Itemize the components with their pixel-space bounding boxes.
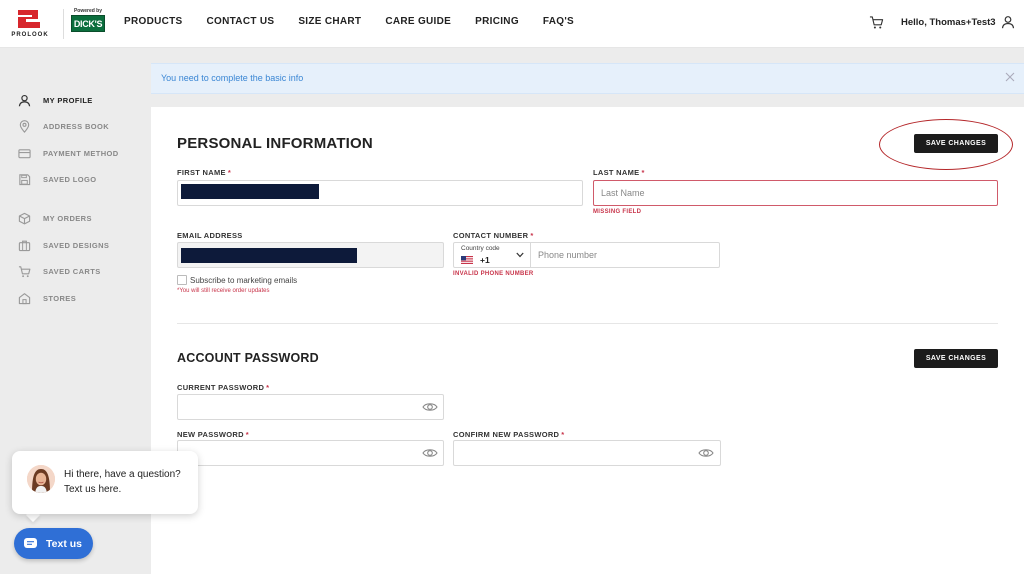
contact-number-label: CONTACT NUMBER * — [453, 231, 534, 240]
sidebar-item-my-orders[interactable]: MY ORDERS — [18, 210, 92, 226]
last-name-field[interactable] — [593, 180, 998, 206]
text-us-button[interactable]: Text us — [14, 528, 93, 559]
sidebar-item-label: SAVED CARTS — [43, 266, 101, 276]
sidebar-item-label: STORES — [43, 293, 77, 303]
save-password-button[interactable]: SAVE CHANGES — [914, 349, 998, 368]
country-code-label: Country code — [461, 245, 500, 252]
chevron-down-icon — [516, 252, 524, 258]
sidebar-item-label: MY ORDERS — [43, 213, 92, 223]
sidebar-item-label: MY PROFILE — [43, 95, 93, 105]
alert-message: You need to complete the basic info — [161, 73, 304, 83]
sidebar-item-label: SAVED LOGO — [43, 174, 97, 184]
prolook-logo-mark — [18, 10, 40, 28]
personal-info-title: PERSONAL INFORMATION — [177, 135, 373, 152]
phone-number-field[interactable] — [531, 242, 720, 268]
new-password-field[interactable] — [177, 440, 444, 466]
credit-card-icon — [18, 148, 31, 158]
dicks-logo: DICK'S — [71, 15, 105, 32]
store-icon — [18, 292, 31, 304]
phone-error: INVALID PHONE NUMBER — [453, 271, 534, 277]
cart-icon — [18, 265, 31, 277]
subscribe-checkbox[interactable] — [177, 275, 187, 285]
new-password-label: NEW PASSWORD * — [177, 430, 250, 439]
sidebar-item-address-book[interactable]: ADDRESS BOOK — [18, 118, 109, 134]
partner-logo: Powered by DICK'S — [71, 8, 105, 34]
info-alert: You need to complete the basic info — [151, 63, 1024, 94]
eye-icon[interactable] — [422, 447, 438, 459]
current-password-label: CURRENT PASSWORD * — [177, 383, 270, 392]
nav-care-guide[interactable]: CARE GUIDE — [385, 16, 451, 27]
agent-avatar — [27, 465, 55, 493]
logo-divider — [63, 9, 64, 39]
section-divider — [177, 323, 998, 324]
last-name-label: LAST NAME * — [593, 168, 645, 177]
text-us-label: Text us — [46, 537, 82, 550]
chat-message: Hi there, have a question? Text us here. — [64, 469, 181, 495]
sidebar-item-saved-designs[interactable]: SAVED DESIGNS — [18, 237, 109, 253]
save-icon — [19, 173, 31, 185]
last-name-input[interactable] — [594, 181, 997, 205]
redacted-email — [181, 248, 357, 263]
eye-icon[interactable] — [698, 447, 714, 459]
confirm-password-field[interactable] — [453, 440, 721, 466]
chat-icon — [24, 538, 37, 548]
nav-contact-us[interactable]: CONTACT US — [207, 16, 275, 27]
eye-icon[interactable] — [422, 401, 438, 413]
top-header: PROLOOK Powered by DICK'S PRODUCTS CONTA… — [0, 0, 1024, 48]
prolook-logo[interactable]: PROLOOK — [10, 8, 50, 40]
briefcase-icon — [18, 240, 31, 251]
save-changes-button[interactable]: SAVE CHANGES — [914, 134, 998, 153]
sidebar-item-saved-logo[interactable]: SAVED LOGO — [18, 171, 96, 187]
new-password-input[interactable] — [178, 441, 443, 465]
redacted-first-name — [181, 184, 319, 199]
user-greeting[interactable]: Hello, Thomas+Test3 — [901, 17, 996, 28]
country-code-value: +1 — [480, 255, 490, 265]
sidebar-item-label: PAYMENT METHOD — [43, 148, 119, 158]
confirm-password-input[interactable] — [454, 441, 720, 465]
country-code-select[interactable]: Country code +1 — [453, 242, 531, 268]
powered-by-text: Powered by — [73, 8, 103, 14]
account-password-title: ACCOUNT PASSWORD — [177, 351, 319, 365]
last-name-error: MISSING FIELD — [593, 209, 642, 215]
main-nav: PRODUCTS CONTACT US SIZE CHART CARE GUID… — [124, 16, 598, 27]
current-password-input[interactable] — [178, 395, 443, 419]
chat-prompt-bubble[interactable]: Hi there, have a question? Text us here. — [12, 451, 198, 514]
logo-text: PROLOOK — [11, 32, 49, 38]
location-pin-icon — [19, 119, 30, 133]
cart-icon[interactable] — [869, 15, 884, 30]
sidebar-item-label: ADDRESS BOOK — [43, 121, 110, 131]
confirm-password-label: CONFIRM NEW PASSWORD * — [453, 430, 565, 439]
nav-pricing[interactable]: PRICING — [475, 16, 519, 27]
sidebar-item-label: SAVED DESIGNS — [43, 240, 110, 250]
sidebar-item-payment-method[interactable]: PAYMENT METHOD — [18, 145, 119, 161]
first-name-label: FIRST NAME * — [177, 168, 232, 177]
profile-content — [151, 107, 1024, 574]
current-password-field[interactable] — [177, 394, 444, 420]
user-account-icon[interactable] — [1001, 15, 1015, 29]
subscribe-note: *You will still receive order updates — [177, 288, 270, 294]
subscribe-label[interactable]: Subscribe to marketing emails — [190, 276, 297, 285]
user-icon — [18, 94, 31, 106]
nav-size-chart[interactable]: SIZE CHART — [298, 16, 361, 27]
sidebar-item-saved-carts[interactable]: SAVED CARTS — [18, 263, 101, 279]
sidebar-item-my-profile[interactable]: MY PROFILE — [18, 92, 93, 108]
sidebar-item-stores[interactable]: STORES — [18, 290, 76, 306]
box-icon — [18, 212, 31, 224]
email-label: EMAIL ADDRESS — [177, 231, 243, 240]
nav-products[interactable]: PRODUCTS — [124, 16, 183, 27]
phone-number-input[interactable] — [531, 242, 720, 268]
us-flag-icon — [461, 256, 473, 264]
nav-faqs[interactable]: FAQ'S — [543, 16, 574, 27]
close-icon[interactable] — [1005, 72, 1015, 82]
